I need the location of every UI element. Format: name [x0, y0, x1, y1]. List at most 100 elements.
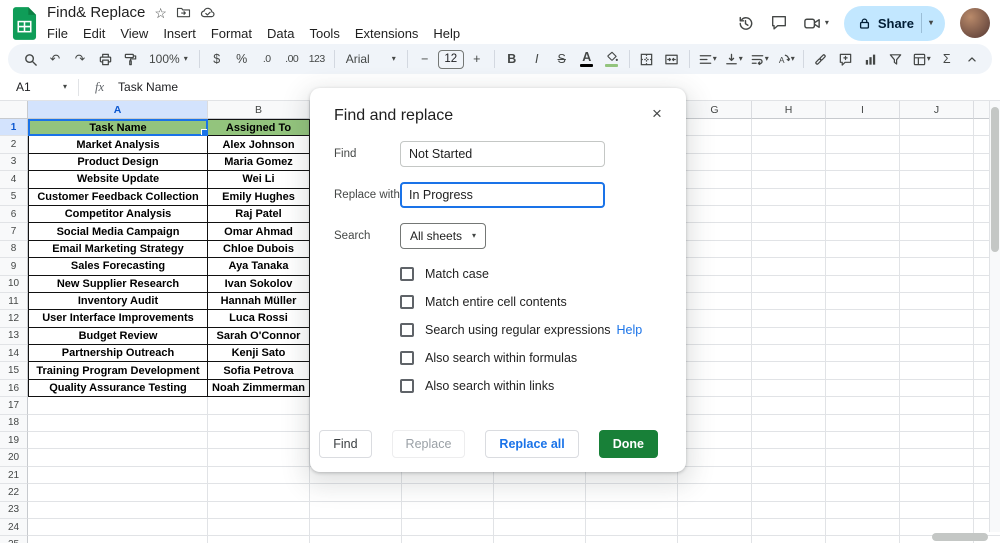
cell-J17[interactable] [900, 397, 974, 414]
column-header-A[interactable]: A [28, 101, 208, 119]
cell-J10[interactable] [900, 276, 974, 293]
cell-B14[interactable]: Kenji Sato [208, 345, 310, 362]
cell-I22[interactable] [826, 484, 900, 501]
cell-H1[interactable] [752, 119, 826, 136]
cell-C25[interactable] [310, 536, 402, 543]
cell-E25[interactable] [494, 536, 586, 543]
text-rotation-button[interactable]: A ▾ [773, 47, 798, 71]
cell-I24[interactable] [826, 519, 900, 536]
cell-I7[interactable] [826, 223, 900, 240]
checkbox-0[interactable] [400, 267, 414, 281]
cell-J21[interactable] [900, 467, 974, 484]
cell-G14[interactable] [678, 345, 752, 362]
cell-A5[interactable]: Customer Feedback Collection [28, 189, 208, 206]
cell-I16[interactable] [826, 380, 900, 397]
version-history-button[interactable] [736, 14, 755, 33]
cell-G21[interactable] [678, 467, 752, 484]
cell-J15[interactable] [900, 362, 974, 379]
toolbar-search-button[interactable] [18, 47, 42, 71]
cell-A3[interactable]: Product Design [28, 154, 208, 171]
fill-color-button[interactable] [600, 47, 624, 71]
cell-J20[interactable] [900, 449, 974, 466]
cell-A12[interactable]: User Interface Improvements [28, 310, 208, 327]
cell-H5[interactable] [752, 189, 826, 206]
cell-G24[interactable] [678, 519, 752, 536]
cell-F24[interactable] [586, 519, 678, 536]
cell-A25[interactable] [28, 536, 208, 543]
cell-H11[interactable] [752, 293, 826, 310]
row-header-19[interactable]: 19 [0, 432, 28, 449]
cell-B9[interactable]: Aya Tanaka [208, 258, 310, 275]
cell-I3[interactable] [826, 154, 900, 171]
move-folder-icon[interactable] [176, 5, 191, 20]
cell-J5[interactable] [900, 189, 974, 206]
cell-B22[interactable] [208, 484, 310, 501]
avatar[interactable] [960, 8, 990, 38]
cell-B20[interactable] [208, 449, 310, 466]
cell-B15[interactable]: Sofia Petrova [208, 362, 310, 379]
cell-G11[interactable] [678, 293, 752, 310]
decrease-decimal-button[interactable]: .0 [255, 47, 279, 71]
row-header-16[interactable]: 16 [0, 380, 28, 397]
row-header-5[interactable]: 5 [0, 189, 28, 206]
row-header-4[interactable]: 4 [0, 171, 28, 188]
borders-button[interactable] [635, 47, 659, 71]
checkbox-4[interactable] [400, 379, 414, 393]
font-family-select[interactable]: Arial ▾ [340, 47, 402, 71]
insert-chart-button[interactable] [859, 47, 883, 71]
checkbox-3[interactable] [400, 351, 414, 365]
menu-tools[interactable]: Tools [302, 25, 346, 42]
insert-link-button[interactable] [809, 47, 833, 71]
cell-J14[interactable] [900, 345, 974, 362]
insert-comment-button[interactable] [834, 47, 858, 71]
row-header-21[interactable]: 21 [0, 467, 28, 484]
cell-H23[interactable] [752, 502, 826, 519]
cell-B5[interactable]: Emily Hughes [208, 189, 310, 206]
cell-G15[interactable] [678, 362, 752, 379]
cell-A16[interactable]: Quality Assurance Testing [28, 380, 208, 397]
cell-I25[interactable] [826, 536, 900, 543]
cell-I13[interactable] [826, 328, 900, 345]
cell-I4[interactable] [826, 171, 900, 188]
row-header-8[interactable]: 8 [0, 241, 28, 258]
menu-view[interactable]: View [113, 25, 155, 42]
cell-I14[interactable] [826, 345, 900, 362]
menu-extensions[interactable]: Extensions [348, 25, 426, 42]
cell-C24[interactable] [310, 519, 402, 536]
cell-H15[interactable] [752, 362, 826, 379]
cell-B6[interactable]: Raj Patel [208, 206, 310, 223]
cell-D24[interactable] [402, 519, 494, 536]
cell-G5[interactable] [678, 189, 752, 206]
row-header-2[interactable]: 2 [0, 136, 28, 153]
sheets-logo[interactable] [12, 7, 37, 40]
column-header-G[interactable]: G [678, 101, 752, 119]
cell-I9[interactable] [826, 258, 900, 275]
cell-G4[interactable] [678, 171, 752, 188]
cell-A2[interactable]: Market Analysis [28, 136, 208, 153]
column-header-B[interactable]: B [208, 101, 310, 119]
cell-J9[interactable] [900, 258, 974, 275]
cell-H20[interactable] [752, 449, 826, 466]
cell-J13[interactable] [900, 328, 974, 345]
row-header-7[interactable]: 7 [0, 223, 28, 240]
cell-A21[interactable] [28, 467, 208, 484]
cell-H8[interactable] [752, 241, 826, 258]
redo-button[interactable]: ↷ [68, 47, 92, 71]
cell-A14[interactable]: Partnership Outreach [28, 345, 208, 362]
cell-D23[interactable] [402, 502, 494, 519]
meet-camera-button[interactable]: ▾ [803, 14, 829, 33]
cell-G16[interactable] [678, 380, 752, 397]
cell-G22[interactable] [678, 484, 752, 501]
merge-cells-button[interactable] [660, 47, 684, 71]
print-button[interactable] [93, 47, 117, 71]
cell-I23[interactable] [826, 502, 900, 519]
done-button[interactable]: Done [599, 430, 658, 458]
find-button[interactable]: Find [319, 430, 371, 458]
formula-input[interactable]: Task Name [118, 80, 178, 94]
cell-A1[interactable]: Task Name [28, 119, 208, 136]
cell-E24[interactable] [494, 519, 586, 536]
share-button[interactable]: Share ▾ [844, 6, 945, 41]
horizontal-align-button[interactable]: ▾ [695, 47, 720, 71]
increase-font-size-button[interactable]: + [465, 47, 489, 71]
cell-A6[interactable]: Competitor Analysis [28, 206, 208, 223]
